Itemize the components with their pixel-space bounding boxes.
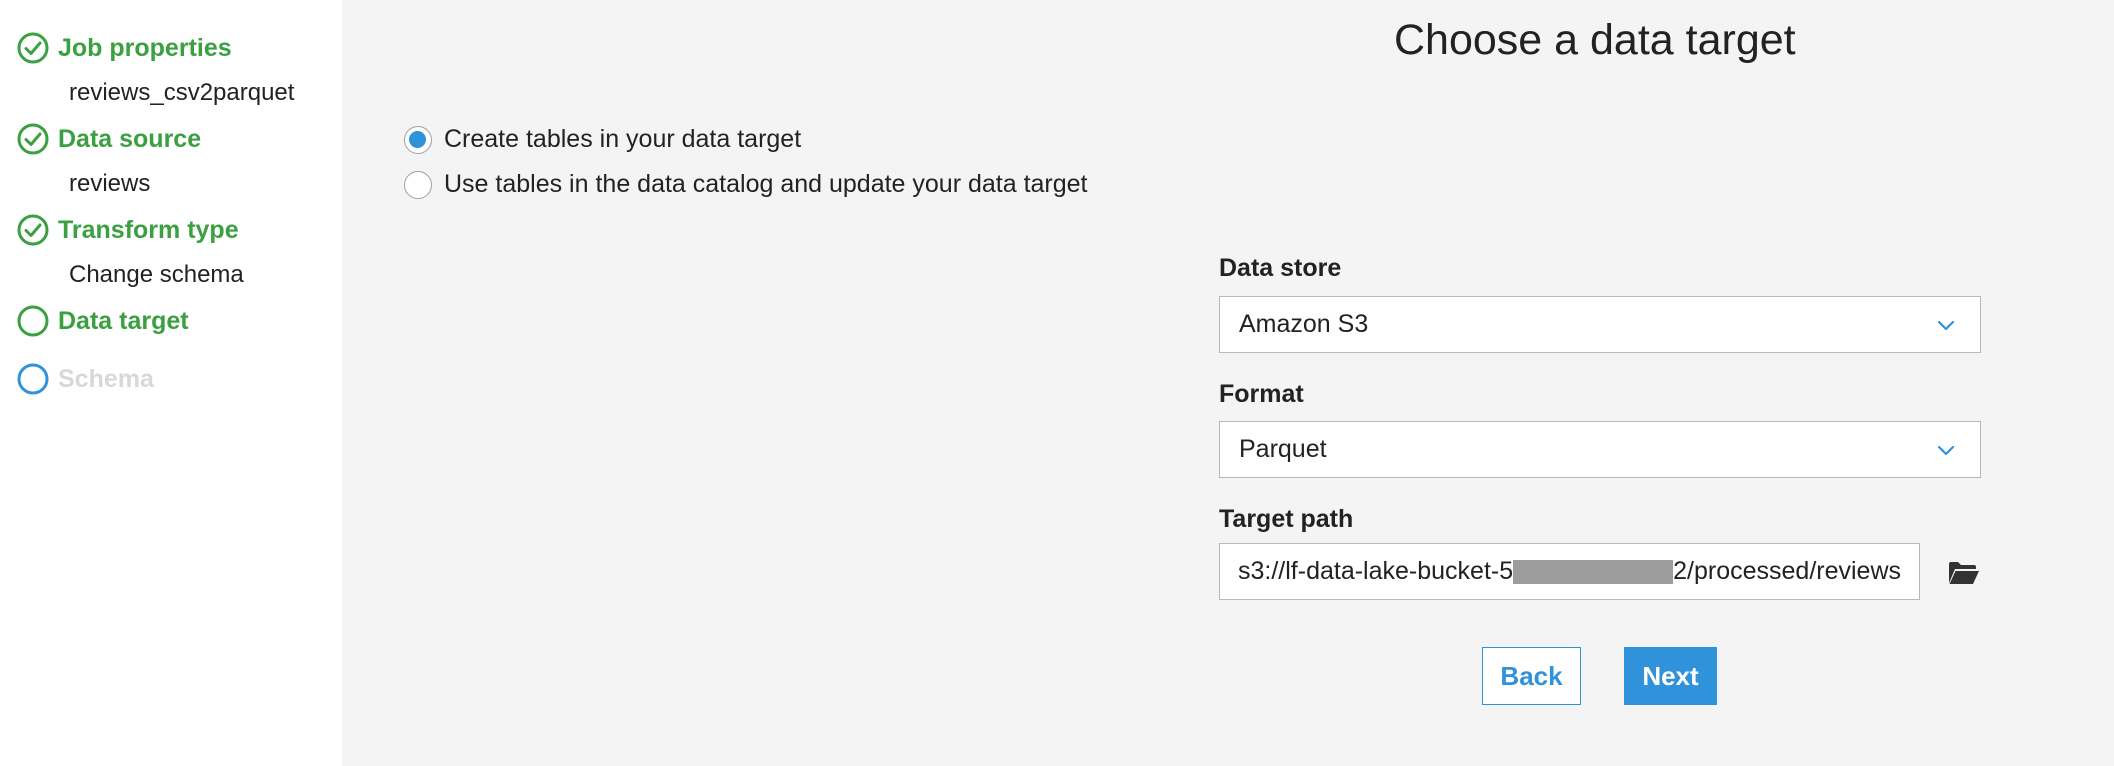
circle-outline-icon	[17, 363, 49, 395]
chevron-down-icon	[1937, 320, 1955, 331]
step-job-properties[interactable]: Job properties	[16, 30, 232, 66]
step-data-target[interactable]: Data target	[16, 303, 189, 339]
option-create-tables[interactable]: Create tables in your data target	[404, 125, 801, 154]
chevron-down-icon	[1937, 445, 1955, 456]
format-label: Format	[1219, 380, 1304, 408]
step-label: Data target	[58, 306, 189, 335]
radio-button[interactable]	[404, 125, 432, 154]
step-value: reviews_csv2parquet	[69, 79, 295, 106]
target-path-label: Target path	[1219, 505, 1354, 533]
step-value: reviews	[69, 170, 151, 197]
back-button[interactable]: Back	[1482, 647, 1581, 705]
step-schema: Schema	[16, 361, 154, 397]
target-path-suffix: 2/processed/reviews	[1673, 557, 1902, 585]
target-path-input[interactable]: s3://lf-data-lake-bucket-5 2/processed/re…	[1219, 543, 1920, 600]
check-circle-icon	[17, 123, 49, 155]
step-value: Change schema	[69, 261, 244, 288]
radio-button[interactable]	[404, 170, 432, 199]
data-store-value: Amazon S3	[1239, 310, 1369, 338]
check-circle-icon	[17, 32, 49, 64]
option-label: Use tables in the data catalog and updat…	[444, 170, 1088, 198]
target-path-prefix: s3://lf-data-lake-bucket-5	[1238, 557, 1514, 585]
option-use-catalog-tables[interactable]: Use tables in the data catalog and updat…	[404, 170, 1088, 199]
data-store-select[interactable]: Amazon S3	[1219, 296, 1981, 353]
step-label: Data source	[58, 124, 202, 153]
page-title: Choose a data target	[1394, 16, 1796, 64]
circle-outline-icon	[17, 305, 49, 337]
next-button[interactable]: Next	[1624, 647, 1717, 705]
redacted-text	[1513, 559, 1674, 584]
folder-open-icon[interactable]	[1948, 560, 1980, 586]
step-transform-type[interactable]: Transform type	[16, 212, 239, 248]
step-label: Transform type	[58, 215, 239, 244]
wizard-sidebar: Job properties reviews_csv2parquet Data …	[0, 0, 342, 766]
option-label: Create tables in your data target	[444, 125, 802, 153]
step-label: Job properties	[58, 33, 232, 62]
format-value: Parquet	[1239, 435, 1327, 463]
step-data-source[interactable]: Data source	[16, 121, 201, 157]
step-label: Schema	[58, 364, 154, 393]
check-circle-icon	[17, 214, 49, 246]
format-select[interactable]: Parquet	[1219, 421, 1981, 478]
data-store-label: Data store	[1219, 254, 1342, 282]
